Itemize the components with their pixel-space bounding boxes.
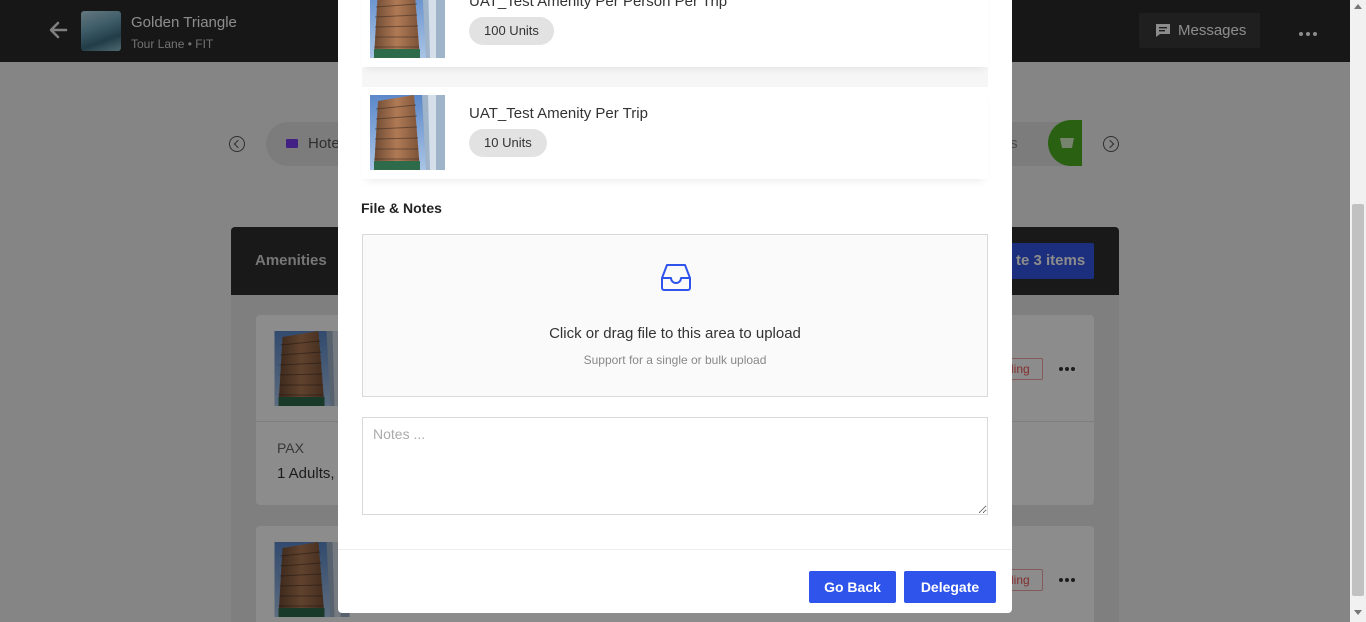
units-tag: 10 Units bbox=[469, 129, 547, 157]
amenity-name: UAT_Test Amenity Per Person Per Trip bbox=[469, 0, 728, 10]
amenity-image bbox=[370, 0, 445, 58]
delegate-modal: UAT_Test Amenity Per Person Per Trip 100… bbox=[338, 0, 1012, 613]
delegate-button[interactable]: Delegate bbox=[904, 571, 996, 603]
footer-divider bbox=[338, 549, 1012, 550]
scroll-up-arrow-icon[interactable] bbox=[1354, 4, 1362, 9]
upload-hint: Support for a single or bulk upload bbox=[583, 353, 767, 367]
notes-textarea[interactable] bbox=[362, 417, 988, 515]
amenity-image bbox=[370, 95, 445, 170]
scroll-down-arrow-icon[interactable] bbox=[1354, 610, 1362, 615]
upload-instruction: Click or drag file to this area to uploa… bbox=[549, 325, 801, 342]
go-back-button[interactable]: Go Back bbox=[809, 571, 896, 603]
units-tag: 100 Units bbox=[469, 17, 554, 45]
list-separator bbox=[362, 67, 988, 87]
amenity-list-item: UAT_Test Amenity Per Person Per Trip 100… bbox=[362, 0, 988, 67]
inbox-icon bbox=[661, 264, 691, 291]
page-scrollbar[interactable] bbox=[1350, 0, 1366, 622]
file-upload-dropzone[interactable]: Click or drag file to this area to uploa… bbox=[362, 234, 988, 397]
amenity-list-item: UAT_Test Amenity Per Trip 10 Units bbox=[362, 87, 988, 179]
scrollbar-thumb[interactable] bbox=[1352, 204, 1364, 596]
file-notes-title: File & Notes bbox=[361, 200, 442, 216]
amenity-name: UAT_Test Amenity Per Trip bbox=[469, 105, 648, 122]
